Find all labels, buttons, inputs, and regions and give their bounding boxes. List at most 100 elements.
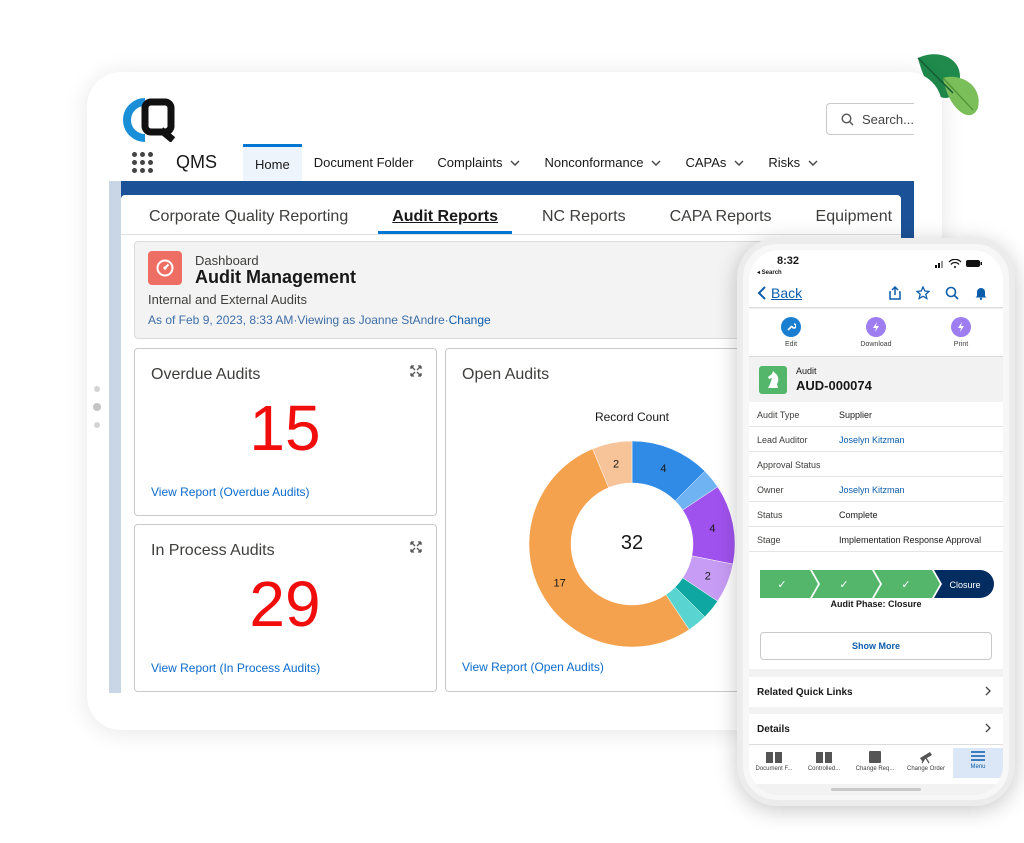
dashboard-gauge-icon — [148, 251, 182, 285]
dashboard-header: Dashboard Audit Management Internal and … — [134, 241, 834, 339]
global-search-input[interactable]: Search... — [826, 103, 914, 135]
nav-item-nonconformance[interactable]: Nonconformance — [532, 144, 673, 181]
field-value: Complete — [839, 510, 878, 520]
field-status: Status Complete — [749, 502, 1003, 527]
tab-corporate-quality-reporting[interactable]: Corporate Quality Reporting — [135, 208, 362, 234]
record-header: Audit AUD-000074 — [749, 358, 1003, 402]
record-object-label: Audit — [796, 366, 817, 376]
view-report-open-audits-link[interactable]: View Report (Open Audits) — [462, 660, 604, 674]
field-lead-auditor: Lead Auditor Joselyn Kitzman — [749, 427, 1003, 452]
phone-nav-bar: Back — [749, 278, 1003, 308]
carousel-dots — [93, 386, 101, 428]
search-icon[interactable] — [945, 286, 959, 300]
field-label: Stage — [757, 535, 781, 545]
card-title: In Process Audits — [151, 542, 275, 559]
field-label: Owner — [757, 485, 784, 495]
edit-action[interactable]: Edit — [766, 317, 816, 348]
back-button[interactable]: Back — [771, 285, 802, 301]
view-report-overdue-link[interactable]: View Report (Overdue Audits) — [151, 485, 310, 499]
open-audits-card: Open Audits Record Count 4 4 2 17 2 32 View … — [445, 348, 765, 692]
tab-nc-reports[interactable]: NC Reports — [528, 208, 640, 234]
dashboard-title: Audit Management — [195, 267, 357, 287]
field-label: Status — [757, 510, 783, 520]
details-section[interactable]: Details — [749, 714, 1003, 744]
in-process-audits-card: In Process Audits 29 View Report (In Pro… — [134, 524, 437, 692]
nav-item-capas[interactable]: CAPAs — [673, 144, 756, 181]
nav-item-complaints[interactable]: Complaints — [425, 144, 532, 181]
nav-item-label: Document Folder — [313, 155, 414, 170]
tab-document-folder[interactable]: Document F... — [749, 750, 799, 772]
chevron-down-icon[interactable] — [510, 158, 520, 168]
field-value: Implementation Response Approval — [839, 535, 982, 545]
chevron-left-icon[interactable] — [756, 286, 768, 300]
nav-item-label: Risks — [768, 155, 801, 170]
status-time: 8:32 — [777, 255, 800, 267]
share-icon[interactable] — [888, 286, 902, 300]
field-label: Lead Auditor — [757, 435, 808, 445]
phone-screen: 8:32 ◂ Search Back Edit Download Print A… — [749, 250, 1003, 795]
app-name: QMS — [176, 152, 218, 172]
search-icon — [841, 113, 854, 125]
tab-capa-reports[interactable]: CAPA Reports — [656, 208, 786, 234]
app-nav-bar: QMS Home Document Folder Complaints Nonc… — [110, 144, 915, 181]
check-icon: ✓ — [777, 579, 786, 591]
expand-icon[interactable] — [410, 541, 422, 553]
field-label: Audit Type — [757, 410, 800, 420]
marketing-composite: Search... QMS Home Document Folder Compl… — [0, 0, 1024, 843]
section-label: Details — [757, 723, 790, 735]
expand-icon[interactable] — [410, 365, 422, 377]
tab-label: Document F... — [755, 766, 793, 772]
chevron-right-icon — [985, 686, 991, 696]
tab-equipment[interactable]: Equipment — [802, 208, 907, 234]
chevron-down-icon[interactable] — [808, 158, 818, 168]
nav-item-home[interactable]: Home — [243, 144, 302, 181]
tab-controlled[interactable]: Controlled... — [799, 750, 849, 772]
tab-label: Change Req... — [855, 766, 895, 772]
field-value: Supplier — [839, 410, 873, 420]
field-value-link[interactable]: Joselyn Kitzman — [839, 435, 905, 445]
view-report-in-process-link[interactable]: View Report (In Process Audits) — [151, 661, 320, 675]
tab-menu[interactable]: Menu — [953, 748, 1003, 778]
field-owner: Owner Joselyn Kitzman — [749, 477, 1003, 502]
print-action[interactable]: Print — [936, 317, 986, 348]
nav-item-risks[interactable]: Risks — [756, 144, 830, 181]
dashboard-type-label: Dashboard — [195, 253, 259, 268]
download-action[interactable]: Download — [851, 317, 901, 348]
chess-knight-icon — [759, 366, 787, 394]
bell-icon[interactable] — [974, 286, 988, 300]
path-steps: ✓ ✓ ✓ Closure — [760, 570, 994, 598]
card-title: Overdue Audits — [151, 366, 261, 383]
nav-item-label: Home — [255, 156, 290, 172]
audit-phase-label: Audit Phase: Closure — [830, 599, 922, 609]
bolt-icon — [951, 317, 971, 337]
tab-label: Menu — [970, 764, 986, 770]
field-stage: Stage Implementation Response Approval — [749, 527, 1003, 552]
chevron-down-icon[interactable] — [651, 158, 661, 168]
record-fields: Audit Type Supplier Lead Auditor Joselyn K… — [749, 402, 1003, 552]
star-icon[interactable] — [916, 286, 930, 300]
app-launcher-icon[interactable] — [132, 151, 154, 174]
path-step-1[interactable] — [760, 570, 818, 598]
check-icon: ✓ — [901, 579, 910, 591]
change-link[interactable]: Change — [449, 313, 491, 327]
tab-label: Change Order — [906, 766, 946, 772]
report-tabs: Corporate Quality Reporting Audit Report… — [121, 195, 901, 235]
nav-item-document-folder[interactable]: Document Folder — [302, 144, 426, 181]
related-quick-links-section[interactable]: Related Quick Links — [749, 677, 1003, 707]
status-back-to-search[interactable]: ◂ Search — [757, 269, 782, 276]
show-more-button[interactable]: Show More — [760, 632, 992, 660]
field-value-link[interactable]: Joselyn Kitzman — [839, 485, 905, 495]
field-approval-status: Approval Status — [749, 452, 1003, 477]
tab-change-request[interactable]: Change Req... — [850, 750, 900, 772]
bolt-icon — [866, 317, 886, 337]
chevron-down-icon[interactable] — [734, 158, 744, 168]
as-of-text: As of Feb 9, 2023, 8:33 AM·Viewing as Jo… — [148, 313, 449, 327]
chevron-right-icon — [985, 723, 991, 733]
open-audits-donut-chart: Record Count 4 4 2 17 2 32 — [528, 410, 736, 648]
action-label: Download — [860, 341, 892, 348]
book-icon — [766, 752, 782, 763]
dashboard-subtitle: Internal and External Audits — [148, 292, 307, 307]
tab-change-order[interactable]: Change Order — [901, 750, 951, 772]
action-label: Print — [953, 341, 969, 348]
tab-audit-reports[interactable]: Audit Reports — [378, 208, 512, 234]
